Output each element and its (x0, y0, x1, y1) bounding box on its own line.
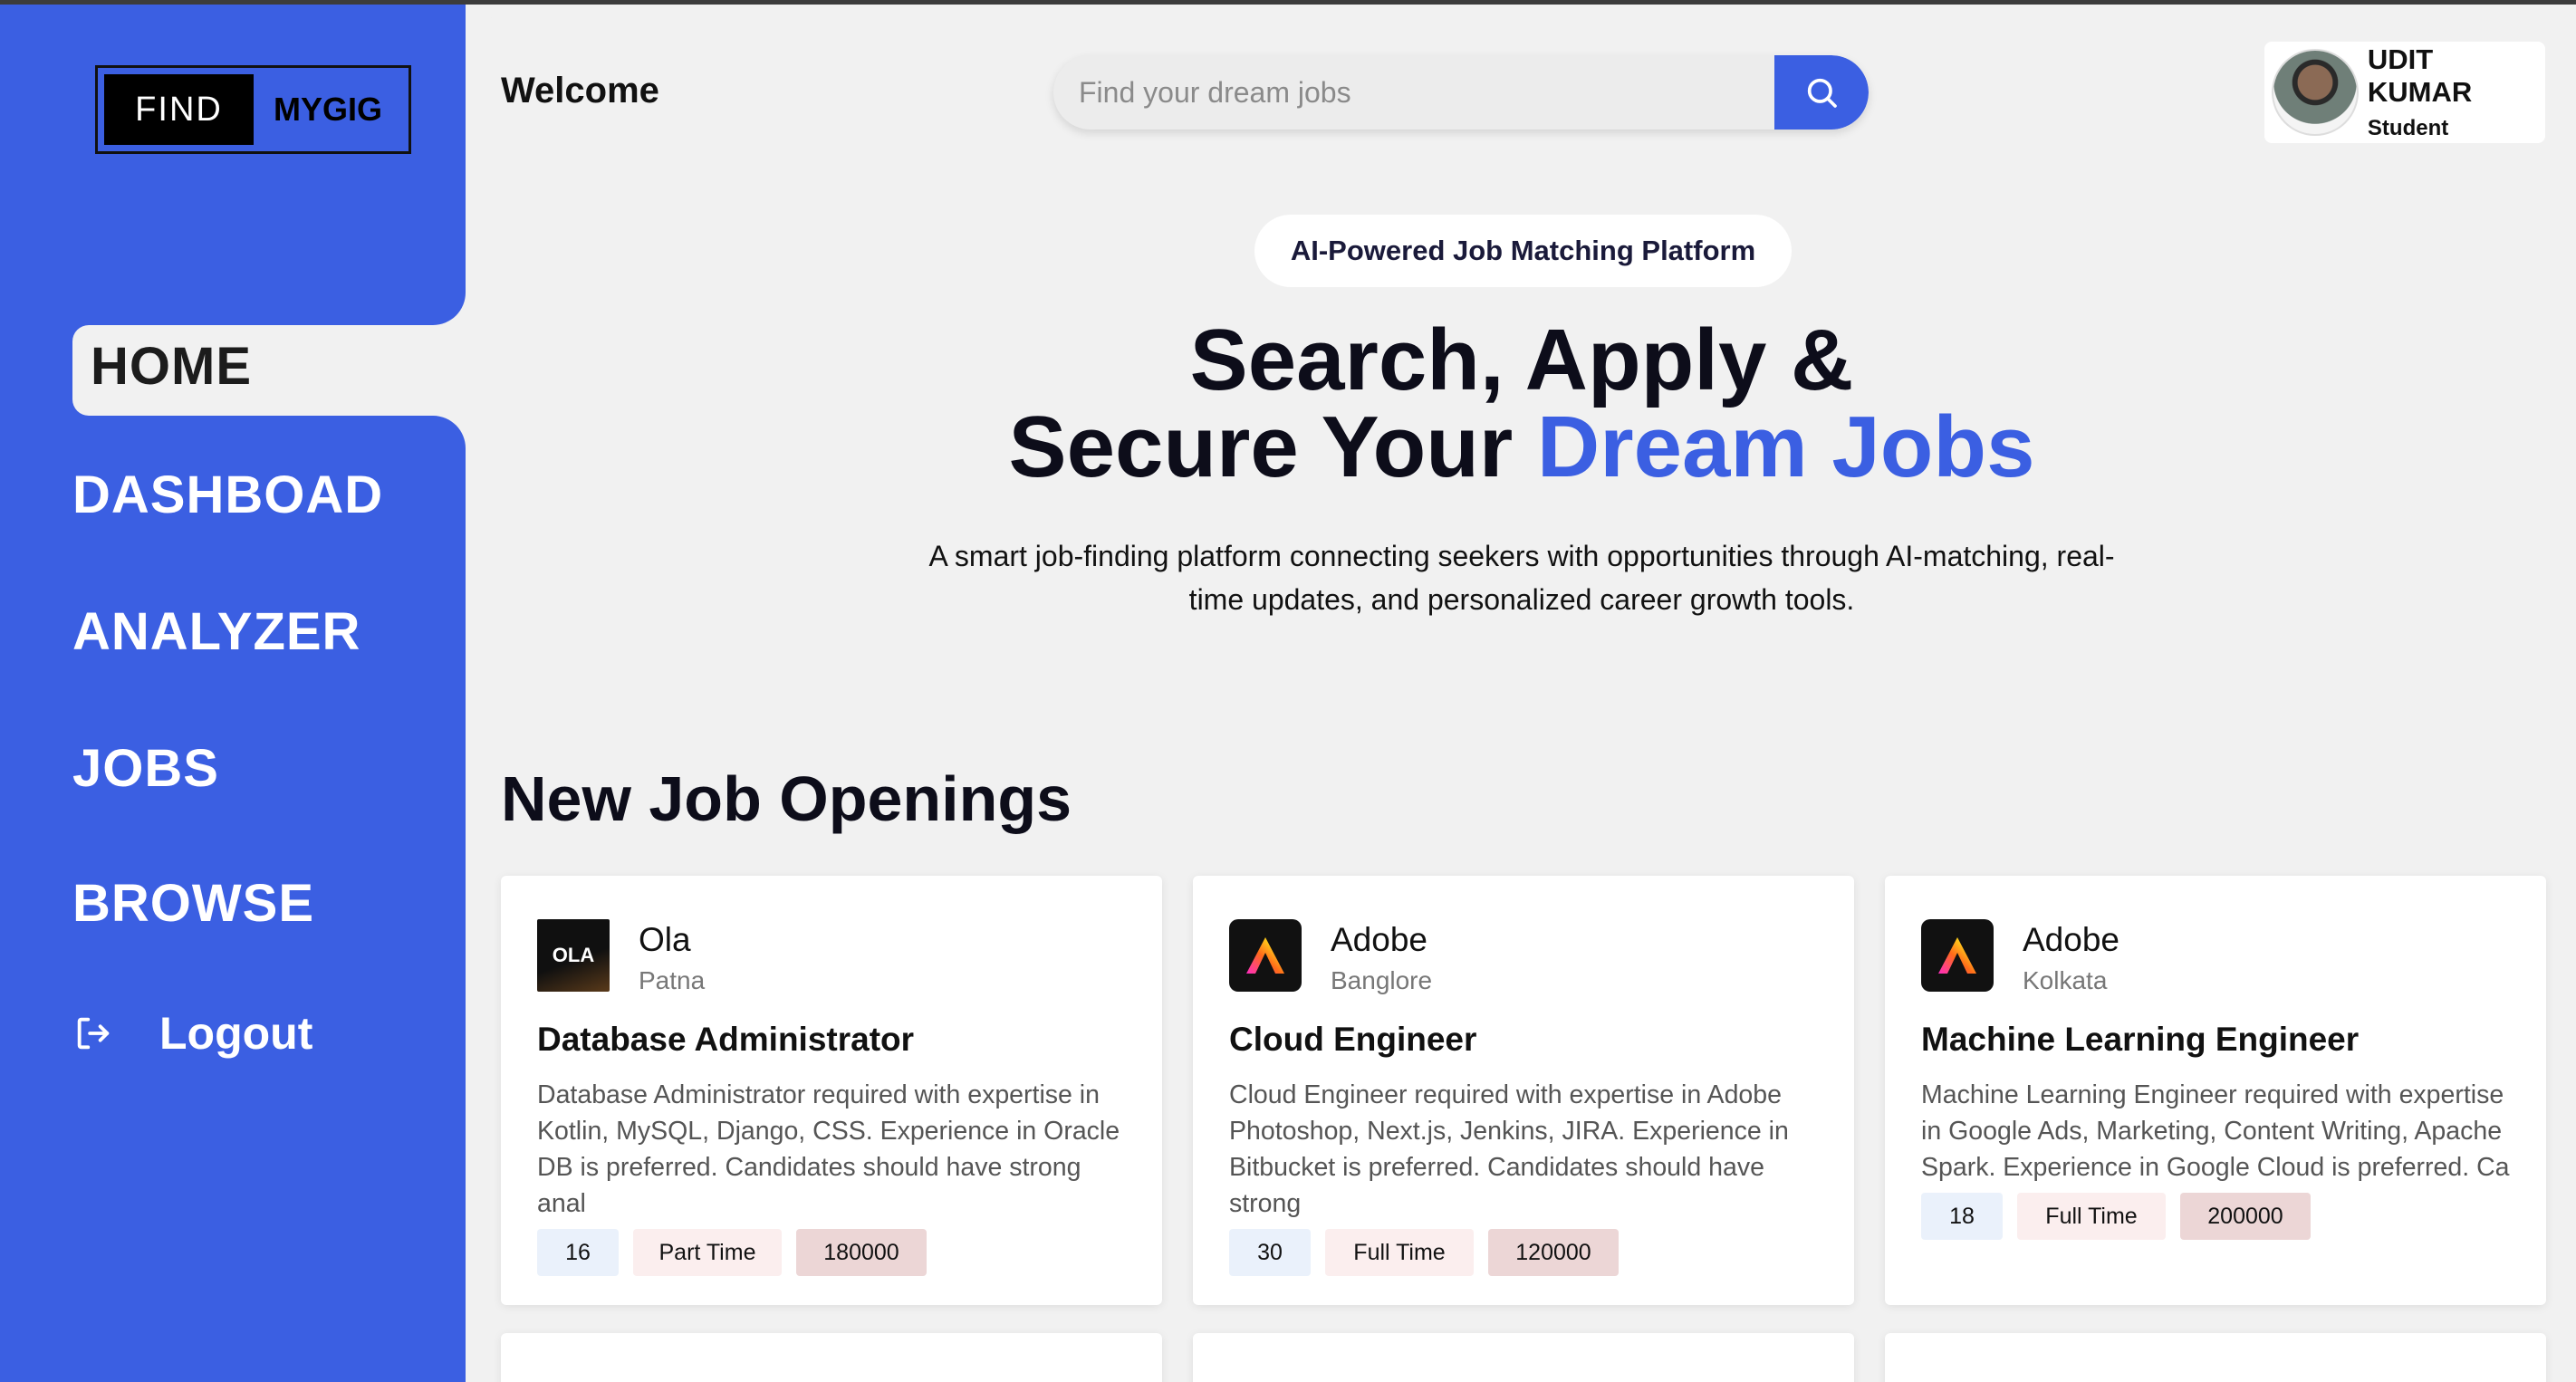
job-description: Machine Learning Engineer required with … (1921, 1080, 2510, 1182)
sidebar (0, 5, 466, 1382)
job-title: Database Administrator (537, 1021, 915, 1058)
hero-title-line1: Search, Apply & (1189, 312, 1854, 408)
company-name: Ola (639, 921, 691, 958)
user-profile-card[interactable]: UDIT KUMAR Student (2264, 42, 2545, 143)
sidebar-item-home[interactable]: HOME (91, 336, 252, 397)
company-name: Adobe (1331, 921, 1427, 958)
ola-logo-icon: OLA (537, 919, 610, 992)
hero-badge: AI-Powered Job Matching Platform (1254, 215, 1792, 287)
job-tags: 18 Full Time 200000 (1921, 1193, 2311, 1240)
job-card[interactable] (1193, 1333, 1854, 1382)
job-title: Cloud Engineer (1229, 1021, 1477, 1058)
job-title: Machine Learning Engineer (1921, 1021, 2360, 1058)
positions-badge: 30 (1229, 1229, 1311, 1276)
search-icon (1807, 78, 1837, 108)
sidebar-curve-top (362, 231, 466, 325)
positions-badge: 18 (1921, 1193, 2003, 1240)
section-title-new-jobs: New Job Openings (501, 763, 1072, 834)
job-card[interactable]: Adobe Banglore Cloud Engineer Cloud Engi… (1193, 876, 1854, 1305)
job-location: Kolkata (2023, 966, 2108, 994)
welcome-heading: Welcome (501, 71, 659, 110)
sidebar-item-jobs[interactable]: JOBS (72, 738, 219, 799)
hero-title-line2: Secure Your Dream Jobs (815, 404, 2228, 491)
job-description: Database Administrator required with exp… (537, 1080, 1120, 1218)
search-bar (1053, 55, 1869, 130)
sidebar-item-analyzer[interactable]: ANALYZER (72, 601, 360, 662)
logout-label: Logout (159, 1008, 313, 1059)
hero-title-prefix: Secure Your (1008, 398, 1514, 495)
adobe-a-icon (1246, 937, 1284, 974)
search-input[interactable] (1079, 55, 1785, 130)
positions-badge: 16 (537, 1229, 619, 1276)
window-top-border (0, 0, 2576, 5)
job-location: Patna (639, 966, 706, 994)
hero-description: A smart job-finding platform connecting … (928, 540, 2115, 616)
hero-title-accent: Dream Jobs (1536, 398, 2035, 495)
job-tags: 16 Part Time 180000 (537, 1229, 927, 1276)
logout-button[interactable]: Logout (72, 1007, 312, 1060)
job-type-badge: Full Time (1325, 1229, 1474, 1276)
salary-badge: 180000 (796, 1229, 927, 1276)
job-card[interactable] (1885, 1333, 2546, 1382)
job-card[interactable] (501, 1333, 1162, 1382)
logout-icon (77, 1017, 110, 1050)
adobe-logo-icon (1229, 919, 1302, 992)
salary-badge: 120000 (1488, 1229, 1619, 1276)
sidebar-item-dashboard[interactable]: DASHBOAD (72, 465, 383, 525)
job-card[interactable]: Adobe Kolkata Machine Learning Engineer … (1885, 876, 2546, 1305)
job-location: Banglore (1331, 966, 1433, 994)
logo-mygig-text: MYGIG (273, 91, 382, 128)
job-tags: 30 Full Time 120000 (1229, 1229, 1619, 1276)
app-logo[interactable]: FIND MYGIG (95, 65, 411, 154)
job-type-badge: Full Time (2017, 1193, 2166, 1240)
logo-find-text: FIND (104, 74, 254, 145)
sidebar-item-browse[interactable]: BROWSE (72, 873, 314, 934)
hero-title: Search, Apply & Secure Your Dream Jobs (815, 317, 2228, 491)
company-name: Adobe (2023, 921, 2119, 958)
job-card[interactable]: OLA Ola Patna Database Administrator Dat… (501, 876, 1162, 1305)
adobe-a-icon (1938, 937, 1976, 974)
user-role: Student (2367, 116, 2449, 140)
search-button[interactable] (1774, 55, 1869, 130)
job-type-badge: Part Time (633, 1229, 782, 1276)
salary-badge: 200000 (2180, 1193, 2311, 1240)
avatar[interactable] (2272, 49, 2359, 136)
job-description: Cloud Engineer required with expertise i… (1229, 1080, 1789, 1218)
user-name: UDIT KUMAR (2367, 43, 2473, 108)
adobe-logo-icon (1921, 919, 1994, 992)
